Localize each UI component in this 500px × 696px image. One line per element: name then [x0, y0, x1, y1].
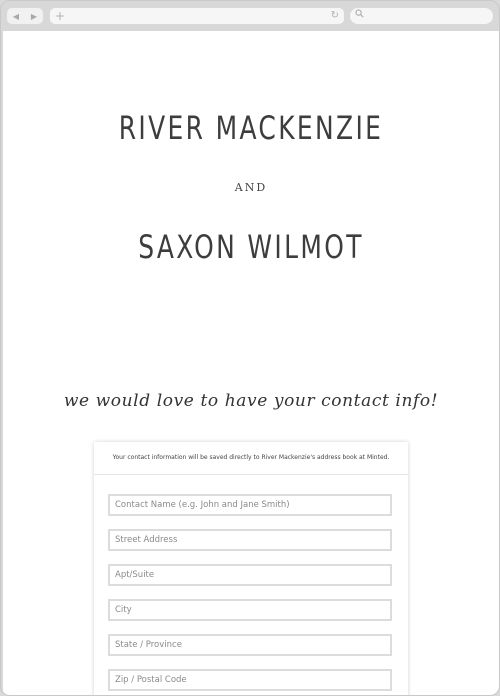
tagline: we would love to have your contact info!	[63, 391, 439, 411]
plus-icon[interactable]: +	[55, 8, 65, 24]
zip-postal-code-field[interactable]	[108, 669, 392, 691]
couple-name-one: RIVER MACKENZIE	[118, 109, 384, 147]
browser-search-bar[interactable]	[350, 8, 493, 24]
street-address-field[interactable]	[108, 529, 392, 551]
state-province-field[interactable]	[108, 634, 392, 656]
page-content: RIVER MACKENZIE AND SAXON WILMOT we woul…	[3, 31, 499, 695]
couple-name-two: SAXON WILMOT	[138, 228, 364, 266]
apt-suite-field[interactable]	[108, 564, 392, 586]
connector-and: AND	[234, 181, 268, 194]
contact-form: Your contact information will be saved d…	[94, 442, 408, 695]
contact-name-field[interactable]	[108, 494, 392, 516]
address-bar[interactable]: + ↻	[50, 8, 344, 24]
nav-buttons: ◀ ▶	[7, 8, 43, 24]
browser-toolbar: ◀ ▶ + ↻	[1, 1, 499, 31]
search-icon	[355, 8, 364, 24]
back-arrow-icon[interactable]: ◀	[13, 12, 19, 21]
reload-icon[interactable]: ↻	[331, 8, 339, 24]
browser-window: ◀ ▶ + ↻ RIVER MACKENZIE AND SAXON WILMOT…	[0, 0, 500, 696]
city-field[interactable]	[108, 599, 392, 621]
form-note: Your contact information will be saved d…	[94, 442, 408, 475]
forward-arrow-icon[interactable]: ▶	[31, 12, 37, 21]
